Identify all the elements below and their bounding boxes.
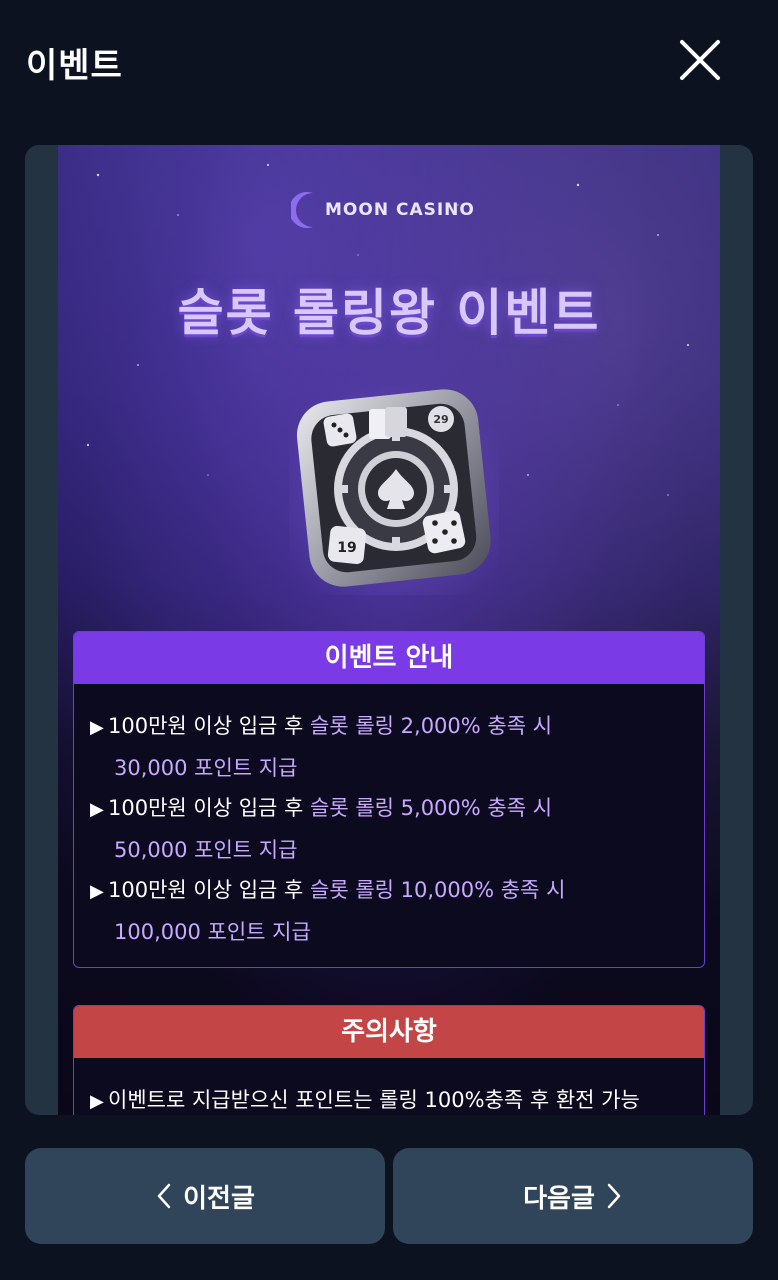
next-post-label: 다음글 xyxy=(523,1183,595,1214)
rolling-condition: 슬롯 롤링 5,000% 충족 시 xyxy=(310,796,553,820)
emblem-dice-number: 19 xyxy=(337,540,356,556)
event-content-frame[interactable]: MOON CASINO 슬롯 롤링왕 이벤트 29 19 이벤트 안내 ▶ 10… xyxy=(25,145,753,1115)
event-info-item: ▶ 100만원 이상 입금 후 슬롯 롤링 2,000% 충족 시 30,000 … xyxy=(90,706,704,788)
logo-text: MOON CASINO xyxy=(325,200,475,220)
reward-text: 30,000 포인트 지급 xyxy=(114,756,298,780)
triangle-bullet-icon: ▶ xyxy=(90,717,104,738)
rolling-condition: 슬롯 롤링 10,000% 충족 시 xyxy=(310,878,566,902)
event-info-item: ▶ 100만원 이상 입금 후 슬롯 롤링 5,000% 충족 시 50,000 … xyxy=(90,788,704,870)
reward-text: 100,000 포인트 지급 xyxy=(114,920,311,944)
casino-chip-emblem-icon: 29 19 xyxy=(289,385,499,595)
event-info-item: ▶ 100만원 이상 입금 후 슬롯 롤링 10,000% 충족 시 100,00… xyxy=(90,870,704,952)
rolling-condition: 슬롯 롤링 2,000% 충족 시 xyxy=(310,714,553,738)
close-icon[interactable] xyxy=(676,36,724,84)
prev-post-button[interactable]: 이전글 xyxy=(25,1148,385,1244)
triangle-bullet-icon: ▶ xyxy=(90,1091,104,1112)
triangle-bullet-icon: ▶ xyxy=(90,881,104,902)
notice-title: 주의사항 xyxy=(74,1006,704,1058)
reward-text: 50,000 포인트 지급 xyxy=(114,838,298,862)
event-info-box: 이벤트 안내 ▶ 100만원 이상 입금 후 슬롯 롤링 2,000% 충족 시 … xyxy=(73,631,705,968)
event-headline: 슬롯 롤링왕 이벤트 xyxy=(177,284,601,342)
event-info-title: 이벤트 안내 xyxy=(74,632,704,684)
page-title: 이벤트 xyxy=(26,46,123,86)
notice-item: ▶ 이벤트로 지급받으신 포인트는 롤링 100%충족 후 환전 가능 xyxy=(74,1058,704,1115)
notice-box: 주의사항 ▶ 이벤트로 지급받으신 포인트는 롤링 100%충족 후 환전 가능 xyxy=(73,1005,705,1115)
header: 이벤트 xyxy=(0,0,778,120)
triangle-bullet-icon: ▶ xyxy=(90,799,104,820)
next-post-button[interactable]: 다음글 xyxy=(393,1148,753,1244)
chevron-left-icon xyxy=(157,1183,171,1209)
chevron-right-icon xyxy=(607,1183,621,1209)
moon-casino-logo: MOON CASINO xyxy=(291,185,491,235)
crescent-moon-icon xyxy=(291,192,313,228)
prev-post-label: 이전글 xyxy=(183,1183,255,1214)
emblem-chip-number: 29 xyxy=(433,413,448,426)
event-poster: MOON CASINO 슬롯 롤링왕 이벤트 29 19 이벤트 안내 ▶ 10… xyxy=(58,145,720,1115)
